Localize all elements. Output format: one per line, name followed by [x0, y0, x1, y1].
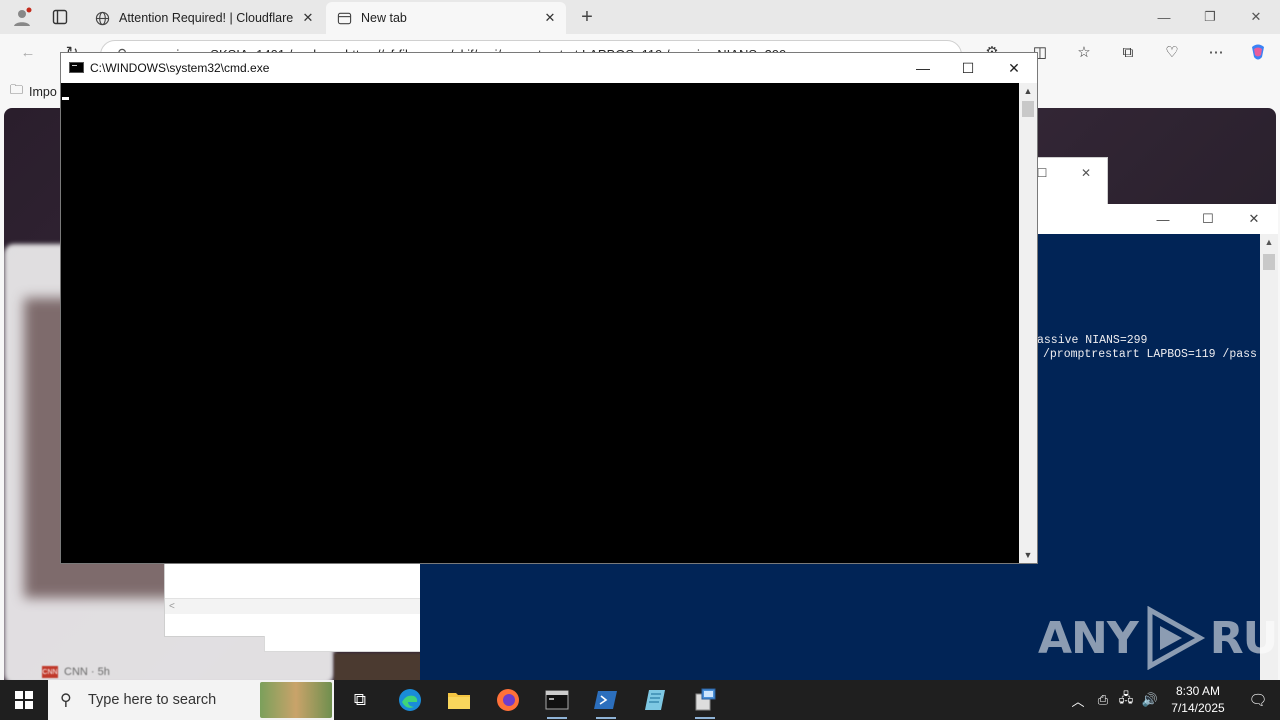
- clock-time: 8:30 AM: [1175, 684, 1221, 698]
- notepad-icon[interactable]: [631, 680, 679, 720]
- cmd-window: C:\WINDOWS\system32\cmd.exe — ☐ ✕ ▲ ▼: [60, 52, 1038, 564]
- tab-title: Attention Required! | Cloudflare: [119, 11, 294, 25]
- file-explorer-icon[interactable]: [435, 680, 483, 720]
- task-view-icon[interactable]: ⧉: [336, 680, 384, 720]
- news-source: CNN CNN · 5h: [42, 666, 110, 678]
- tab-strip: Attention Required! | Cloudflare ✕ New t…: [0, 0, 1280, 34]
- close-icon[interactable]: ✕: [1231, 204, 1277, 234]
- taskbar: ⚲ Type here to search ⧉ ︿ ⎙ 🖧 🔊 8:30 AM …: [0, 680, 1280, 720]
- scroll-thumb[interactable]: [1022, 101, 1034, 117]
- more-icon[interactable]: ⋯: [1202, 40, 1230, 64]
- horizontal-scrollbar[interactable]: <: [165, 598, 421, 614]
- clock-date: 7/14/2025: [1171, 701, 1225, 715]
- device-icon[interactable]: ⎙: [1094, 691, 1112, 709]
- cmd-icon: [69, 62, 84, 73]
- vertical-scrollbar[interactable]: ▲ ▼: [1019, 83, 1037, 563]
- edge-taskbar-icon[interactable]: [386, 680, 434, 720]
- globe-icon: [94, 10, 110, 26]
- close-icon[interactable]: ✕: [1233, 0, 1279, 34]
- installer-icon[interactable]: [681, 680, 729, 720]
- scroll-up-icon[interactable]: ▲: [1019, 83, 1037, 99]
- folder-import-icon: 🗀: [10, 82, 24, 97]
- newtab-icon: [336, 10, 352, 26]
- chevron-up-icon[interactable]: ︿: [1069, 691, 1087, 709]
- windows-logo-icon: [15, 691, 33, 709]
- console-line: assive NIANS=299: [1037, 334, 1148, 347]
- collections-icon[interactable]: ⧉: [1114, 40, 1142, 64]
- scroll-up-icon[interactable]: ▲: [1260, 234, 1278, 250]
- tab-new-tab[interactable]: New tab ✕: [326, 2, 566, 34]
- clock[interactable]: 8:30 AM 7/14/2025: [1160, 683, 1236, 717]
- tab-title: New tab: [361, 11, 407, 25]
- powershell-taskbar-icon[interactable]: [582, 680, 630, 720]
- notification-icon[interactable]: 🗨: [1236, 680, 1280, 720]
- window-title: C:\WINDOWS\system32\cmd.exe: [90, 61, 270, 75]
- taskbar-search[interactable]: ⚲ Type here to search: [48, 680, 334, 720]
- close-tab-icon[interactable]: ✕: [542, 10, 558, 26]
- background-dialog-edge: [264, 636, 424, 652]
- play-logo-icon: [1147, 606, 1205, 670]
- start-button[interactable]: [0, 680, 48, 720]
- new-tab-plus-icon[interactable]: +: [575, 5, 599, 29]
- close-icon[interactable]: ✕: [991, 53, 1037, 83]
- anyrun-watermark: ANY RUN: [1038, 606, 1280, 670]
- firefox-icon[interactable]: [484, 680, 532, 720]
- favorites-icon[interactable]: ☆: [1070, 40, 1098, 64]
- maximize-icon[interactable]: ☐: [945, 53, 991, 83]
- scroll-down-icon[interactable]: ▼: [1019, 547, 1037, 563]
- network-icon[interactable]: 🖧: [1117, 690, 1135, 709]
- console-line: /promptrestart LAPBOS=119 /pass: [1043, 348, 1257, 361]
- minimize-icon[interactable]: —: [900, 53, 946, 83]
- text-cursor: [62, 97, 69, 100]
- favorites-item[interactable]: 🗀 Impo: [10, 81, 57, 103]
- tab-actions-icon[interactable]: [48, 5, 72, 29]
- search-highlight-image: [260, 682, 332, 718]
- copilot-icon[interactable]: [1244, 40, 1272, 64]
- console-area[interactable]: [61, 83, 1019, 563]
- cmd-titlebar[interactable]: C:\WINDOWS\system32\cmd.exe — ☐ ✕: [61, 53, 1037, 83]
- news-thumbnail: [334, 653, 424, 680]
- tab-cloudflare[interactable]: Attention Required! | Cloudflare ✕: [84, 2, 324, 34]
- minimize-icon[interactable]: —: [1141, 0, 1187, 34]
- maximize-icon[interactable]: ☐: [1185, 204, 1231, 234]
- news-logo: CNN: [42, 666, 58, 678]
- close-icon[interactable]: ✕: [1073, 162, 1099, 184]
- volume-icon[interactable]: 🔊: [1141, 691, 1159, 709]
- restore-icon[interactable]: ❐: [1187, 0, 1233, 34]
- back-icon[interactable]: ←: [14, 40, 42, 64]
- search-icon: ⚲: [60, 692, 72, 709]
- profile-icon[interactable]: [10, 5, 34, 29]
- search-placeholder: Type here to search: [88, 692, 217, 708]
- scroll-thumb[interactable]: [1263, 254, 1275, 270]
- browser-essentials-icon[interactable]: ♡: [1158, 40, 1186, 64]
- cmd-taskbar-icon[interactable]: [533, 680, 581, 720]
- minimize-icon[interactable]: —: [1140, 204, 1186, 234]
- close-tab-icon[interactable]: ✕: [300, 10, 316, 26]
